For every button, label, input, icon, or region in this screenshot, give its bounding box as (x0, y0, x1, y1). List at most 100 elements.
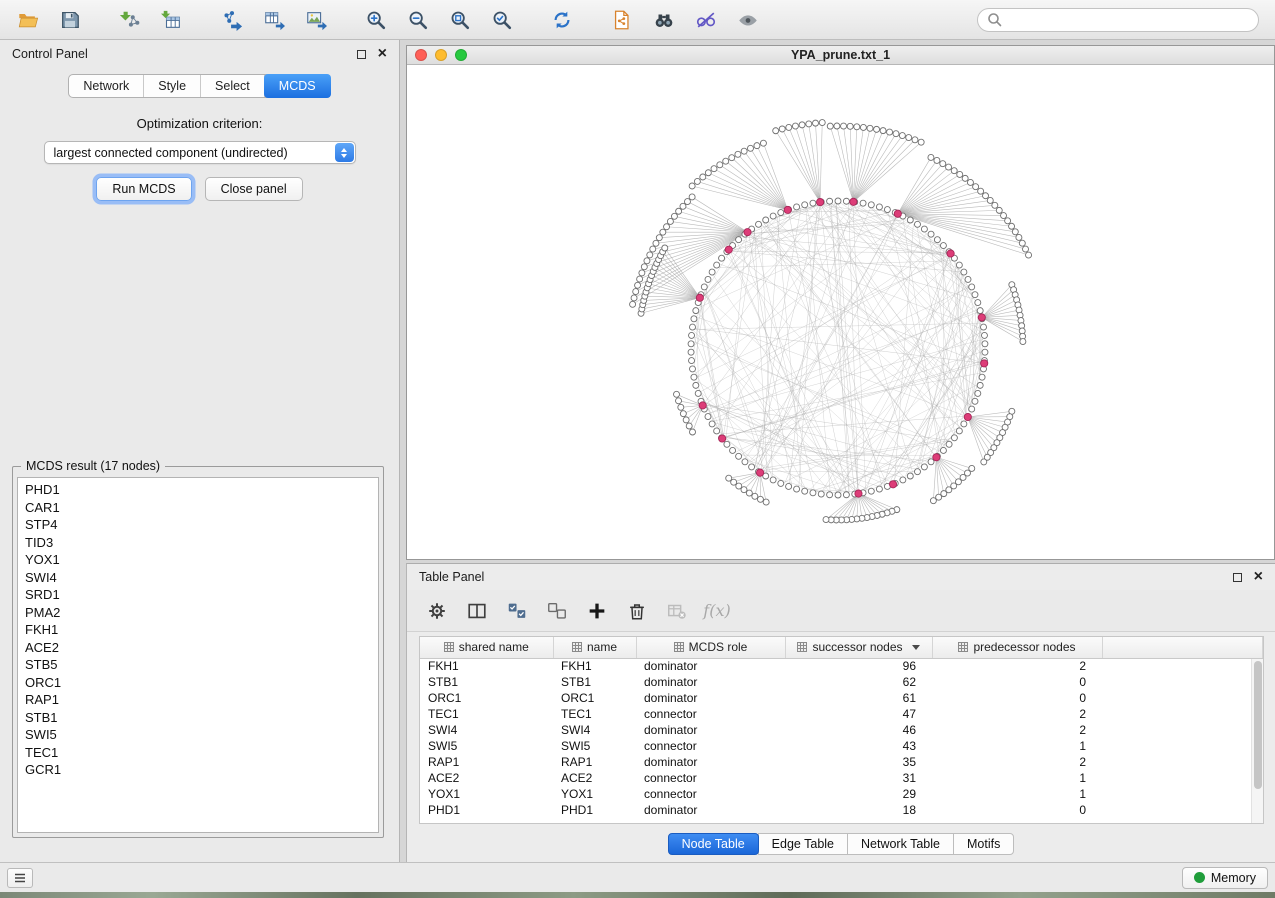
result-node-item[interactable]: TID3 (18, 534, 378, 552)
result-node-item[interactable]: STB1 (18, 709, 378, 727)
zoom-fit-icon (449, 9, 471, 31)
open-session-button[interactable] (10, 5, 46, 35)
cell-successor-nodes: 62 (785, 674, 932, 690)
result-node-item[interactable]: CAR1 (18, 499, 378, 517)
result-node-item[interactable]: PMA2 (18, 604, 378, 622)
cell-shared-name: RAP1 (420, 754, 553, 770)
cell-successor-nodes: 43 (785, 738, 932, 754)
show-all-button[interactable] (730, 5, 766, 35)
mcds-result-groupbox: MCDS result (17 nodes) PHD1CAR1STP4TID3Y… (12, 466, 384, 838)
result-node-item[interactable]: YOX1 (18, 551, 378, 569)
column-type-icon (958, 642, 968, 652)
node-table: shared name name MCDS role successor nod… (420, 637, 1263, 818)
result-node-item[interactable]: GCR1 (18, 761, 378, 779)
result-node-item[interactable]: ORC1 (18, 674, 378, 692)
table-row[interactable]: RAP1RAP1dominator352 (420, 754, 1263, 770)
column-header-mcds-role[interactable]: MCDS role (636, 637, 785, 658)
search-input[interactable] (1008, 13, 1249, 27)
result-node-item[interactable]: SWI4 (18, 569, 378, 587)
result-node-item[interactable]: PHD1 (18, 478, 378, 499)
column-header-predecessor-nodes[interactable]: predecessor nodes (932, 637, 1102, 658)
run-mcds-button[interactable]: Run MCDS (96, 177, 191, 201)
result-node-item[interactable]: TEC1 (18, 744, 378, 762)
deselect-all-rows-button[interactable] (541, 596, 573, 626)
select-all-rows-button[interactable] (501, 596, 533, 626)
export-table-button[interactable] (256, 5, 292, 35)
column-header-shared-name[interactable]: shared name (420, 637, 553, 658)
window-minimize-icon[interactable] (435, 49, 447, 61)
table-row[interactable]: FKH1FKH1dominator962 (420, 658, 1263, 674)
tab-network[interactable]: Network (69, 75, 144, 97)
column-type-icon (572, 642, 582, 652)
zoom-selected-button[interactable] (484, 5, 520, 35)
network-canvas[interactable] (407, 65, 1274, 559)
result-node-item[interactable]: ACE2 (18, 639, 378, 657)
cell-successor-nodes: 46 (785, 722, 932, 738)
window-close-icon[interactable] (415, 49, 427, 61)
zoom-in-button[interactable] (358, 5, 394, 35)
cell-predecessor-nodes: 2 (932, 722, 1102, 738)
table-row[interactable]: ORC1ORC1dominator610 (420, 690, 1263, 706)
find-network-button[interactable] (646, 5, 682, 35)
control-panel-header: Control Panel × (0, 40, 399, 68)
column-header-successor-nodes[interactable]: successor nodes (785, 637, 932, 658)
cell-successor-nodes: 61 (785, 690, 932, 706)
column-header-name[interactable]: name (553, 637, 636, 658)
cell-filler (1102, 706, 1263, 722)
tab-edge-table[interactable]: Edge Table (758, 833, 848, 855)
export-image-button[interactable] (298, 5, 334, 35)
cell-mcds-role: dominator (636, 754, 785, 770)
result-node-item[interactable]: SRD1 (18, 586, 378, 604)
export-network-button[interactable] (214, 5, 250, 35)
save-session-button[interactable] (52, 5, 88, 35)
network-window-titlebar[interactable]: YPA_prune.txt_1 (407, 46, 1274, 65)
tab-mcds[interactable]: MCDS (264, 74, 331, 98)
network-graph[interactable] (407, 65, 1274, 559)
close-table-panel-icon[interactable]: × (1254, 572, 1263, 582)
result-node-item[interactable]: STP4 (18, 516, 378, 534)
delete-column-button[interactable] (621, 596, 653, 626)
tab-style[interactable]: Style (144, 75, 201, 97)
function-builder-button[interactable]: f(x) (701, 596, 733, 626)
window-zoom-icon[interactable] (455, 49, 467, 61)
cell-mcds-role: dominator (636, 658, 785, 674)
import-table-button[interactable] (154, 5, 190, 35)
tab-node-table[interactable]: Node Table (668, 833, 759, 855)
table-row[interactable]: SWI4SWI4dominator462 (420, 722, 1263, 738)
delete-table-button-disabled[interactable] (661, 596, 693, 626)
table-scrollbar[interactable] (1251, 659, 1263, 823)
show-columns-button[interactable] (461, 596, 493, 626)
float-table-panel-icon[interactable] (1233, 573, 1242, 582)
close-panel-icon[interactable]: × (378, 49, 387, 59)
optimization-criterion-select[interactable]: largest connected component (undirected) (44, 141, 356, 164)
hide-selected-button[interactable] (688, 5, 724, 35)
table-row[interactable]: PHD1PHD1dominator180 (420, 802, 1263, 818)
add-column-button[interactable] (581, 596, 613, 626)
table-row[interactable]: TEC1TEC1connector472 (420, 706, 1263, 722)
cell-shared-name: PHD1 (420, 802, 553, 818)
table-row[interactable]: SWI5SWI5connector431 (420, 738, 1263, 754)
cell-shared-name: TEC1 (420, 706, 553, 722)
float-panel-icon[interactable] (357, 50, 366, 59)
import-network-button[interactable] (112, 5, 148, 35)
result-node-item[interactable]: RAP1 (18, 691, 378, 709)
tab-select[interactable]: Select (201, 75, 265, 97)
result-node-item[interactable]: SWI5 (18, 726, 378, 744)
zoom-fit-button[interactable] (442, 5, 478, 35)
result-node-item[interactable]: STB5 (18, 656, 378, 674)
table-row[interactable]: YOX1YOX1connector291 (420, 786, 1263, 802)
memory-button[interactable]: Memory (1182, 867, 1268, 889)
zoom-out-button[interactable] (400, 5, 436, 35)
status-menu-button[interactable] (7, 868, 33, 888)
table-scrollbar-thumb[interactable] (1254, 661, 1262, 789)
apply-layout-button[interactable] (544, 5, 580, 35)
table-row[interactable]: ACE2ACE2connector311 (420, 770, 1263, 786)
result-node-item[interactable]: FKH1 (18, 621, 378, 639)
close-panel-button[interactable]: Close panel (205, 177, 303, 201)
table-row[interactable]: STB1STB1dominator620 (420, 674, 1263, 690)
table-settings-button[interactable] (421, 596, 453, 626)
tab-motifs[interactable]: Motifs (953, 833, 1014, 855)
tab-network-table[interactable]: Network Table (847, 833, 954, 855)
share-document-button[interactable] (604, 5, 640, 35)
fx-icon: f(x) (703, 601, 730, 620)
